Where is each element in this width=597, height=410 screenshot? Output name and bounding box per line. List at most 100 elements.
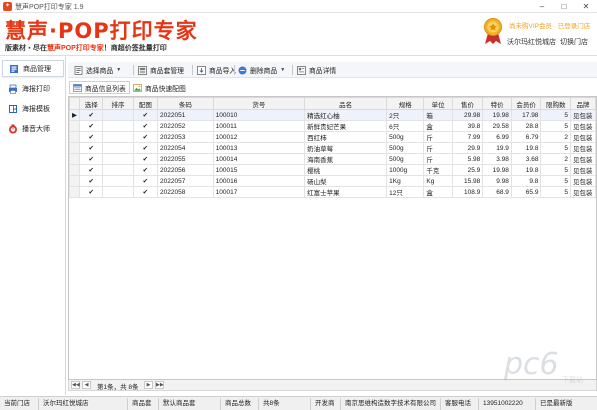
column-header-image[interactable]: 配图 — [132, 97, 159, 110]
member-price-cell[interactable]: 19.8 — [510, 164, 542, 176]
price-cell[interactable]: 29.98 — [451, 109, 484, 121]
checkmark-icon[interactable]: ✔ — [143, 145, 148, 152]
row-indicator[interactable] — [69, 175, 80, 187]
image-checkbox[interactable]: ✔ — [132, 109, 159, 121]
tab-product-info-list[interactable]: 商品信息列表 — [69, 81, 130, 94]
row-indicator[interactable] — [69, 153, 80, 165]
tab-quick-image[interactable]: 商品快速配图 — [130, 81, 189, 94]
member-price-cell[interactable]: 19.8 — [510, 142, 542, 154]
brand-cell[interactable]: 见包装 — [569, 142, 596, 154]
special-price-cell[interactable]: 19.9 — [482, 142, 512, 154]
prev-page-icon[interactable]: ◀ — [82, 381, 91, 389]
name-cell[interactable]: 奶油草莓 — [304, 142, 388, 154]
select-checkbox[interactable]: ✔ — [78, 120, 104, 132]
sort-cell[interactable] — [102, 186, 134, 198]
barcode-cell[interactable]: 2022052 — [157, 120, 214, 132]
row-indicator[interactable] — [69, 120, 80, 132]
brand-cell[interactable]: 见包装 — [569, 109, 596, 121]
sku-cell[interactable]: 100015 — [212, 164, 306, 176]
name-cell[interactable]: 西红柿 — [304, 131, 388, 143]
spec-cell[interactable]: 1000g — [386, 164, 425, 176]
price-cell[interactable]: 29.9 — [451, 142, 484, 154]
brand-cell[interactable]: 见包装 — [569, 120, 596, 132]
select-checkbox[interactable]: ✔ — [78, 186, 104, 198]
unit-cell[interactable]: 千克 — [423, 164, 453, 176]
limit-cell[interactable]: 5 — [540, 175, 571, 187]
spec-cell[interactable]: 500g — [386, 131, 425, 143]
row-indicator[interactable] — [69, 164, 80, 176]
unit-cell[interactable]: 盒 — [423, 186, 453, 198]
sku-cell[interactable]: 100016 — [212, 175, 306, 187]
limit-cell[interactable]: 2 — [540, 131, 571, 143]
member-price-cell[interactable]: 65.9 — [510, 186, 542, 198]
name-cell[interactable]: 新鲜贵妃芒果 — [304, 120, 388, 132]
unit-cell[interactable]: 盒 — [423, 120, 453, 132]
checkmark-icon[interactable]: ✔ — [89, 123, 94, 130]
switch-store-link[interactable]: 切换门店 — [560, 37, 588, 47]
product-details-button[interactable]: 商品详情 — [297, 63, 336, 77]
product-set-manage-button[interactable]: 商品套管理 — [138, 63, 184, 77]
special-price-cell[interactable]: 29.58 — [482, 120, 512, 132]
maximize-icon[interactable]: □ — [553, 0, 575, 13]
spec-cell[interactable]: 6只 — [386, 120, 425, 132]
table-row[interactable]: ✔ ✔ 2022055 100014 海南香蕉 500g 斤 5.98 3.98 3.68 2 见包装 — [69, 153, 596, 165]
name-cell[interactable]: 精选红心柚 — [304, 109, 388, 121]
unit-cell[interactable]: 斤 — [423, 131, 453, 143]
next-page-icon[interactable]: ▶ — [144, 381, 153, 389]
row-indicator[interactable] — [69, 142, 80, 154]
column-header-member-price[interactable]: 会员价 — [510, 97, 542, 110]
checkmark-icon[interactable]: ✔ — [89, 156, 94, 163]
checkmark-icon[interactable]: ✔ — [143, 178, 148, 185]
limit-cell[interactable]: 2 — [540, 153, 571, 165]
select-checkbox[interactable]: ✔ — [78, 109, 104, 121]
current-row-indicator-icon[interactable]: ▶ — [69, 109, 80, 121]
member-price-cell[interactable]: 17.98 — [510, 109, 542, 121]
checkmark-icon[interactable]: ✔ — [89, 189, 94, 196]
barcode-cell[interactable]: 2022053 — [157, 131, 214, 143]
member-price-cell[interactable]: 6.79 — [510, 131, 542, 143]
spec-cell[interactable]: 12只 — [386, 186, 425, 198]
select-checkbox[interactable]: ✔ — [78, 175, 104, 187]
vip-status[interactable]: 尚未购VIP会员 · 已登录门店 — [509, 20, 590, 30]
table-row[interactable]: ✔ ✔ 2022053 100012 西红柿 500g 斤 7.99 6.99 6.79 2 见包装 — [69, 131, 596, 143]
image-checkbox[interactable]: ✔ — [132, 120, 159, 132]
unit-cell[interactable]: 斤 — [423, 153, 453, 165]
member-price-cell[interactable]: 9.8 — [510, 175, 542, 187]
unit-cell[interactable]: Kg — [423, 175, 453, 187]
chevron-down-icon[interactable]: ▼ — [116, 67, 121, 73]
brand-cell[interactable]: 见包装 — [569, 153, 596, 165]
checkmark-icon[interactable]: ✔ — [89, 134, 94, 141]
special-price-cell[interactable]: 19.98 — [482, 109, 512, 121]
sidebar-item-product-management[interactable]: 商品管理 — [2, 60, 64, 77]
brand-cell[interactable]: 见包装 — [569, 186, 596, 198]
delete-products-button[interactable]: 删除商品 ▼ — [238, 63, 285, 77]
sku-cell[interactable]: 100014 — [212, 153, 306, 165]
image-checkbox[interactable]: ✔ — [132, 153, 159, 165]
sidebar-item-broadcast-master[interactable]: 播音大师 — [2, 120, 64, 137]
column-header-brand[interactable]: 品牌 — [569, 97, 596, 110]
spec-cell[interactable]: 500g — [386, 153, 425, 165]
column-header-unit[interactable]: 单位 — [423, 97, 453, 110]
minimize-icon[interactable]: – — [531, 0, 553, 13]
limit-cell[interactable]: 5 — [540, 164, 571, 176]
checkmark-icon[interactable]: ✔ — [89, 167, 94, 174]
table-row[interactable]: ✔ ✔ 2022057 100016 砀山梨 1Kg Kg 15.98 9.98 9.8 5 见包装 — [69, 175, 596, 187]
chevron-down-icon[interactable]: ▼ — [280, 67, 285, 73]
limit-cell[interactable]: 5 — [540, 109, 571, 121]
barcode-cell[interactable]: 2022051 — [157, 109, 214, 121]
sort-cell[interactable] — [102, 109, 134, 121]
special-price-cell[interactable]: 6.99 — [482, 131, 512, 143]
unit-cell[interactable]: 箱 — [423, 109, 453, 121]
sort-cell[interactable] — [102, 153, 134, 165]
barcode-cell[interactable]: 2022056 — [157, 164, 214, 176]
column-header-select[interactable]: 选择 — [78, 97, 104, 110]
table-row[interactable]: ✔ ✔ 2022052 100011 新鲜贵妃芒果 6只盒 39.8 29.58 28.8 5 见包… — [69, 120, 596, 132]
sort-cell[interactable] — [102, 120, 134, 132]
product-import-button[interactable]: 商品导入 — [197, 63, 236, 77]
image-checkbox[interactable]: ✔ — [132, 186, 159, 198]
last-page-icon[interactable]: ▶▶ — [155, 381, 164, 389]
limit-cell[interactable]: 5 — [540, 186, 571, 198]
column-header-limit[interactable]: 限购数 — [540, 97, 571, 110]
name-cell[interactable]: 樱桃 — [304, 164, 388, 176]
first-page-icon[interactable]: ◀◀ — [71, 381, 80, 389]
